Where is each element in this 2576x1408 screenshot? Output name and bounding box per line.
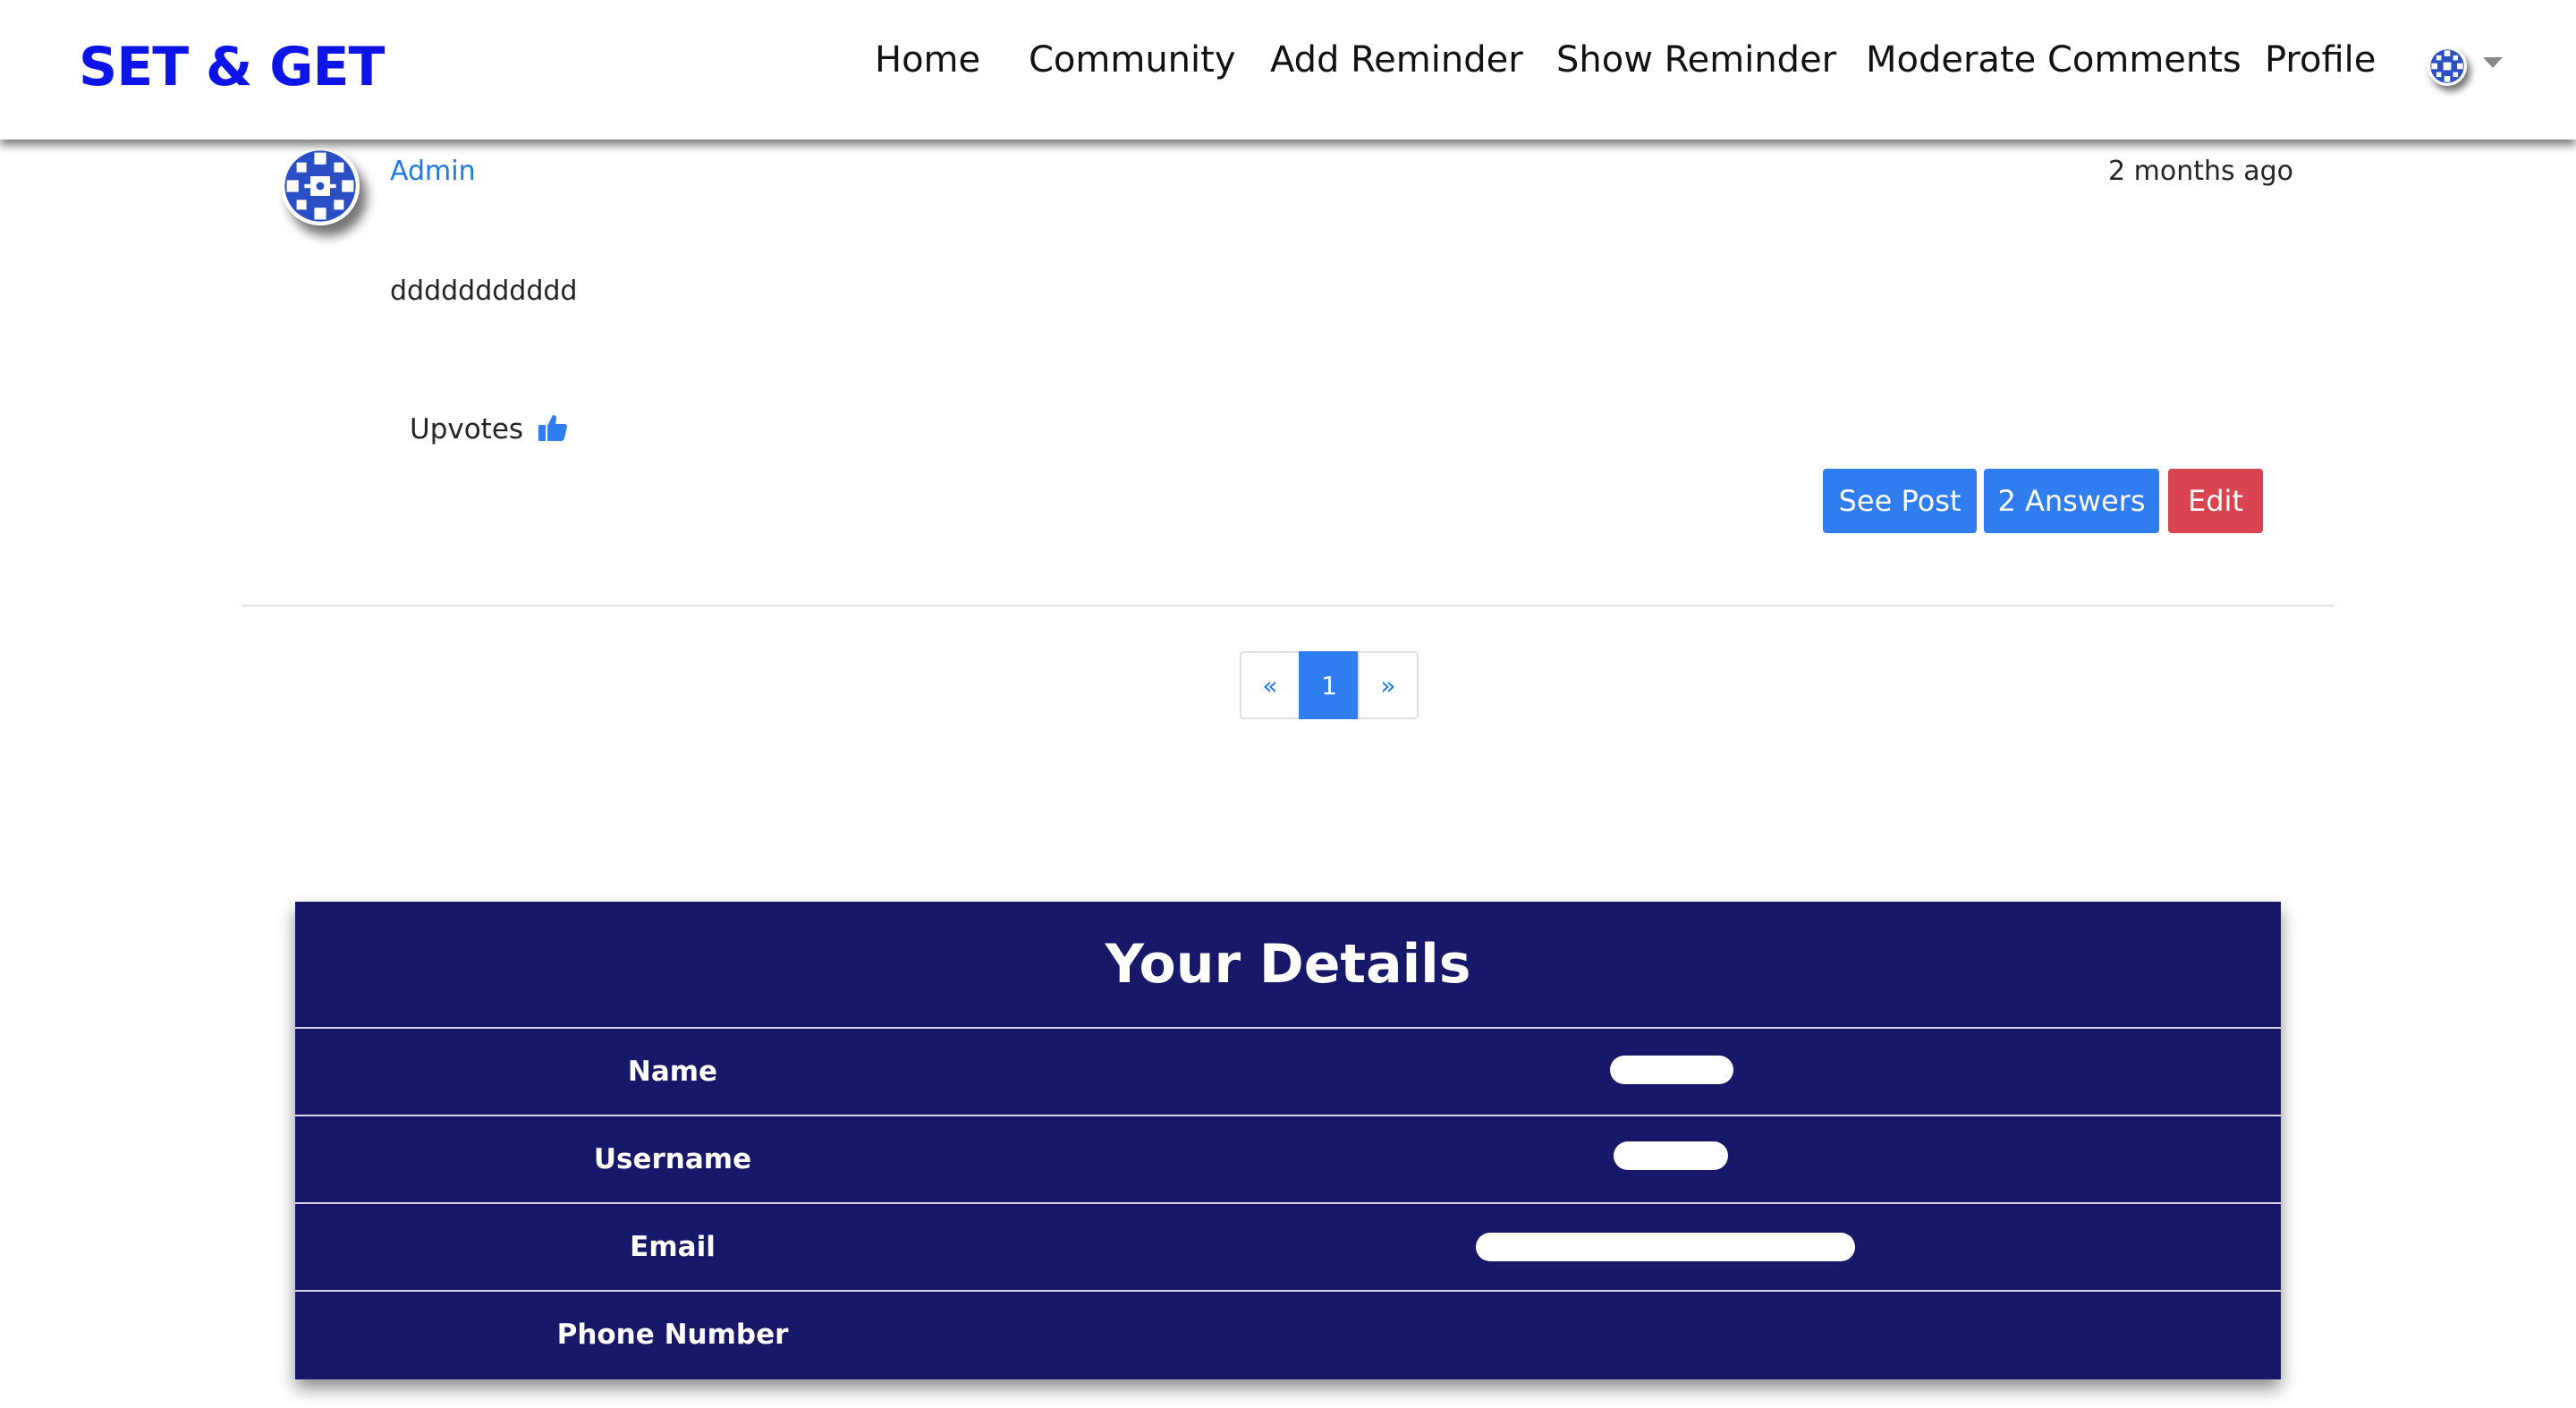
redacted-username-value (1614, 1141, 1728, 1170)
user-avatar-icon[interactable] (2428, 47, 2467, 86)
pagination-prev[interactable]: « (1240, 651, 1301, 719)
nav-home[interactable]: Home (875, 39, 980, 81)
post-divider (242, 605, 2334, 606)
post-body: ddddddddddd (390, 276, 578, 307)
caret-down-icon[interactable] (2483, 57, 2503, 68)
details-row-phone: Phone Number (295, 1290, 2281, 1378)
pagination: « 1 » (1240, 651, 1419, 719)
nav-profile[interactable]: Profile (2265, 39, 2376, 81)
author-avatar-icon (281, 147, 360, 225)
pagination-next[interactable]: » (1358, 651, 1419, 719)
details-row-name: Name (295, 1027, 2281, 1115)
redacted-email-value (1476, 1233, 1855, 1261)
navbar: SET & GET Home Community Add Reminder Sh… (0, 0, 2576, 140)
row-label-phone: Phone Number (556, 1319, 789, 1351)
details-row-username: Username (295, 1115, 2281, 1202)
details-table: Your Details Name Username Email Phone N… (295, 902, 2281, 1379)
nav-add-reminder[interactable]: Add Reminder (1270, 39, 1523, 81)
thumbs-up-icon (538, 415, 567, 441)
brand-logo[interactable]: SET & GET (79, 36, 385, 98)
nav-show-reminder[interactable]: Show Reminder (1556, 39, 1836, 81)
row-label-name: Name (627, 1056, 718, 1088)
edit-button[interactable]: Edit (2168, 469, 2263, 533)
see-post-button[interactable]: See Post (1823, 469, 1977, 533)
post-timestamp: 2 months ago (2108, 156, 2293, 187)
row-label-username: Username (593, 1143, 752, 1175)
nav-moderate-comments[interactable]: Moderate Comments (1866, 39, 2241, 81)
row-label-email: Email (630, 1231, 716, 1263)
details-title: Your Details (1105, 933, 1471, 996)
upvotes-button[interactable]: Upvotes (410, 413, 568, 445)
upvotes-label: Upvotes (410, 413, 524, 445)
nav-community[interactable]: Community (1029, 39, 1236, 81)
pagination-page-1[interactable]: 1 (1299, 651, 1360, 719)
redacted-name-value (1610, 1056, 1733, 1084)
answers-button[interactable]: 2 Answers (1984, 469, 2159, 533)
post-author-link[interactable]: Admin (390, 156, 476, 187)
details-row-email: Email (295, 1202, 2281, 1290)
